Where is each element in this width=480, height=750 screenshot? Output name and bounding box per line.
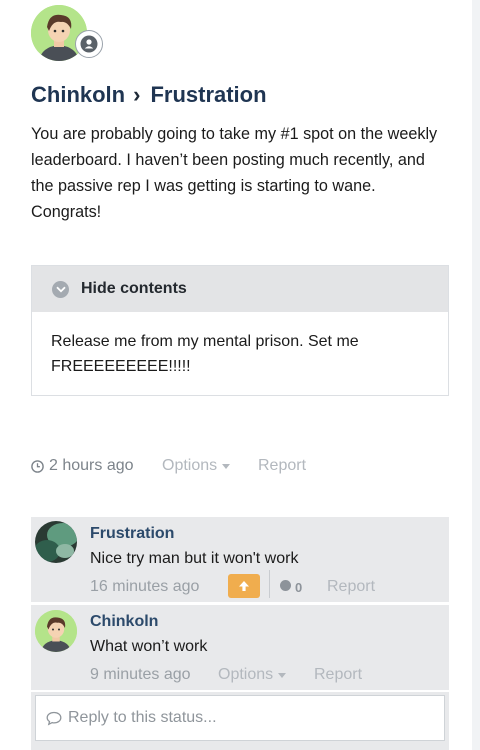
status-options-menu[interactable]: Options [162,457,231,475]
comment-item: Chinkoln What won’t work 9 minutes ago O… [31,605,449,690]
comment-time[interactable]: 9 minutes ago [90,666,191,684]
status-timestamp[interactable]: 2 hours ago [31,457,134,475]
status-author-link[interactable]: Chinkoln [31,82,125,107]
options-label: Options [218,666,274,683]
spoiler-label: Hide contents [81,280,187,297]
page-scroll-edge [472,0,480,750]
status-closing: Congrats! [31,203,102,221]
comment-text: Nice try man but it won't work [90,550,299,567]
commenter-name-link[interactable]: Frustration [90,525,174,543]
spoiler-toggle[interactable]: Hide contents [32,266,448,312]
reputation-count: 0 [295,580,303,595]
comment-report-link[interactable]: Report [327,578,375,596]
status-time-text: 2 hours ago [49,457,134,474]
status-body: You are probably going to take my #1 spo… [31,121,451,225]
spoiler-block: Hide contents Release me from my mental … [31,265,449,396]
commenter-avatar[interactable] [35,610,77,652]
reply-input[interactable]: Reply to this status... [35,695,445,741]
status-title: Chinkoln › Frustration [31,82,267,108]
status-target-link[interactable]: Frustration [150,82,266,107]
status-report-link[interactable]: Report [258,457,306,475]
comment-item: Frustration Nice try man but it won't wo… [31,517,449,602]
clock-icon [31,459,44,473]
comment-text: What won’t work [90,638,208,655]
status-paragraph: You are probably going to take my #1 spo… [31,125,438,195]
upvote-button[interactable] [228,574,260,598]
commenter-avatar[interactable] [35,521,77,563]
cartoon-avatar-icon [35,610,77,652]
speech-bubble-icon [46,711,62,726]
mineral-avatar-icon [35,521,77,563]
comment-options-menu[interactable]: Options [218,666,287,684]
arrow-up-icon [239,581,249,591]
options-label: Options [162,457,218,474]
caret-down-icon [278,672,287,678]
commenter-name-link[interactable]: Chinkoln [90,613,158,631]
breadcrumb-arrow-icon: › [133,82,141,107]
comment-report-link[interactable]: Report [314,666,362,684]
caret-down-icon [222,463,231,469]
user-status-badge-icon [75,30,103,58]
reply-placeholder: Reply to this status... [68,709,217,726]
spoiler-content: Release me from my mental prison. Set me… [51,333,359,375]
chevron-down-icon [52,280,69,298]
comment-time[interactable]: 16 minutes ago [90,578,199,596]
vote-divider [269,570,270,598]
reputation-neutral-icon [280,580,291,591]
reply-area: Reply to this status... [31,692,449,750]
